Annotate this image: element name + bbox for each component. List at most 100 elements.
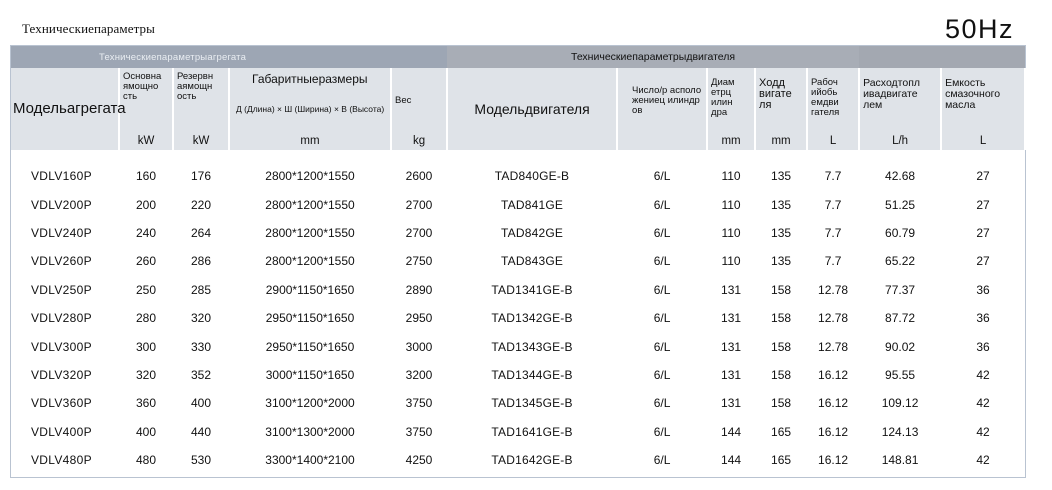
col-header-engine-model: Модельдвигателя (447, 68, 619, 150)
cell-standby-power: 352 (190, 367, 212, 382)
col-header-standby-power: Резервн аямощн ость (173, 68, 230, 132)
cell-model: VDLV250P (31, 282, 92, 297)
cell-cylinders: 6/L (653, 169, 671, 184)
table-row: VDLV320P 320 352 3000*1150*1650 3200 TAD… (11, 361, 1025, 389)
cell-standby-power: 220 (190, 197, 212, 212)
cell-model: VDLV300P (31, 339, 92, 354)
cell-stroke: 158 (771, 282, 792, 297)
cell-displacement: 7.7 (824, 225, 842, 240)
cell-dimensions: 2950*1150*1650 (265, 339, 355, 354)
cell-weight: 2600 (405, 169, 433, 184)
cell-standby-power: 530 (190, 453, 212, 468)
cell-standby-power: 264 (190, 225, 212, 240)
cell-displacement: 7.7 (824, 197, 842, 212)
table-row: VDLV200P 200 220 2800*1200*1550 2700 TAD… (11, 190, 1025, 218)
table-row: VDLV160P 160 176 2800*1200*1550 2600 TAD… (11, 162, 1025, 190)
col-header-fuel-consumption: Расходтопл ивадвигате лем (859, 68, 943, 132)
cell-oil-capacity: 36 (976, 282, 990, 297)
col-header-bore: Диам етрц илин дра (707, 68, 757, 132)
col-header-cylinders: Число/р асполо жениец илиндр ов (617, 68, 709, 150)
cell-cylinders: 6/L (653, 453, 671, 468)
cell-stroke: 135 (771, 169, 792, 184)
cell-prime-power: 300 (135, 339, 157, 354)
cell-prime-power: 360 (135, 396, 157, 411)
cell-bore: 144 (721, 424, 742, 439)
cell-standby-power: 176 (190, 169, 212, 184)
cell-prime-power: 260 (135, 254, 157, 269)
cell-stroke: 158 (771, 367, 792, 382)
cell-model: VDLV400P (31, 424, 92, 439)
cell-fuel-consumption: 77.37 (885, 282, 916, 297)
cell-engine-model: TAD840GE-B (494, 169, 570, 184)
cell-standby-power: 400 (190, 396, 212, 411)
cell-displacement: 12.78 (818, 282, 849, 297)
cell-stroke: 135 (771, 197, 792, 212)
cell-standby-power: 320 (190, 311, 212, 326)
cell-fuel-consumption: 42.68 (885, 169, 916, 184)
cell-displacement: 16.12 (818, 453, 849, 468)
cell-engine-model: TAD1345GE-B (491, 396, 573, 411)
cell-fuel-consumption: 95.55 (885, 367, 916, 382)
cell-oil-capacity: 27 (976, 197, 990, 212)
cell-oil-capacity: 42 (976, 453, 990, 468)
cell-bore: 131 (721, 311, 742, 326)
cell-model: VDLV360P (31, 396, 92, 411)
cell-fuel-consumption: 148.81 (881, 453, 919, 468)
cell-cylinders: 6/L (653, 282, 671, 297)
table-row: VDLV280P 280 320 2950*1150*1650 2950 TAD… (11, 304, 1025, 332)
table-row: VDLV480P 480 530 3300*1400*2100 4250 TAD… (11, 446, 1025, 474)
cell-dimensions: 3300*1400*2100 (265, 453, 355, 468)
col-header-stroke: Ходд вигате ля (755, 68, 809, 132)
unit-prime-power: kW (119, 132, 174, 150)
cell-engine-model: TAD1343GE-B (491, 339, 573, 354)
cell-oil-capacity: 42 (976, 424, 990, 439)
cell-oil-capacity: 42 (976, 396, 990, 411)
cell-prime-power: 480 (135, 453, 157, 468)
cell-weight: 4250 (405, 453, 433, 468)
cell-stroke: 165 (771, 453, 792, 468)
cell-model: VDLV200P (31, 197, 92, 212)
cell-prime-power: 240 (135, 225, 157, 240)
cell-stroke: 165 (771, 424, 792, 439)
table-row: VDLV360P 360 400 3100*1200*2000 3750 TAD… (11, 389, 1025, 417)
cell-weight: 3750 (405, 396, 433, 411)
cell-model: VDLV280P (31, 311, 92, 326)
cell-fuel-consumption: 87.72 (885, 311, 916, 326)
cell-cylinders: 6/L (653, 254, 671, 269)
column-header-row: Модельагрегата Основна ямощно сть Резерв… (11, 68, 1027, 150)
cell-bore: 110 (721, 254, 741, 269)
cell-weight: 3000 (405, 339, 433, 354)
col-header-displacement: Рабоч ийобь емдви гателя (807, 68, 861, 132)
unit-fuel-consumption: L/h (859, 132, 943, 150)
cell-prime-power: 160 (135, 169, 157, 184)
document-title: Техническиепараметры (22, 21, 155, 36)
group-header-engine: Техническиепараметрыдвигателя (447, 46, 860, 68)
cell-dimensions: 2800*1200*1550 (265, 197, 355, 212)
unit-standby-power: kW (173, 132, 230, 150)
cell-prime-power: 280 (135, 311, 157, 326)
cell-weight: 3750 (405, 424, 433, 439)
cell-bore: 144 (721, 453, 742, 468)
cell-dimensions: 3100*1300*2000 (265, 424, 355, 439)
cell-model: VDLV480P (31, 453, 92, 468)
cell-dimensions: 3100*1200*2000 (265, 396, 355, 411)
cell-bore: 131 (721, 396, 742, 411)
cell-weight: 2890 (405, 282, 433, 297)
cell-engine-model: TAD1641GE-B (491, 424, 573, 439)
cell-prime-power: 320 (135, 367, 157, 382)
cell-weight: 2950 (405, 311, 433, 326)
cell-engine-model: TAD842GE (500, 225, 564, 240)
cell-bore: 131 (721, 367, 742, 382)
cell-standby-power: 330 (190, 339, 212, 354)
table-row: VDLV240P 240 264 2800*1200*1550 2700 TAD… (11, 219, 1025, 247)
cell-cylinders: 6/L (653, 424, 671, 439)
frequency-label: 50Hz (944, 14, 1014, 44)
cell-displacement: 16.12 (818, 367, 849, 382)
cell-dimensions: 2800*1200*1550 (265, 225, 355, 240)
cell-cylinders: 6/L (653, 311, 671, 326)
cell-oil-capacity: 27 (976, 254, 990, 269)
cell-displacement: 12.78 (818, 311, 849, 326)
cell-stroke: 135 (771, 254, 792, 269)
dimensions-title: Габаритныеразмеры (252, 72, 368, 86)
cell-standby-power: 440 (190, 424, 212, 439)
